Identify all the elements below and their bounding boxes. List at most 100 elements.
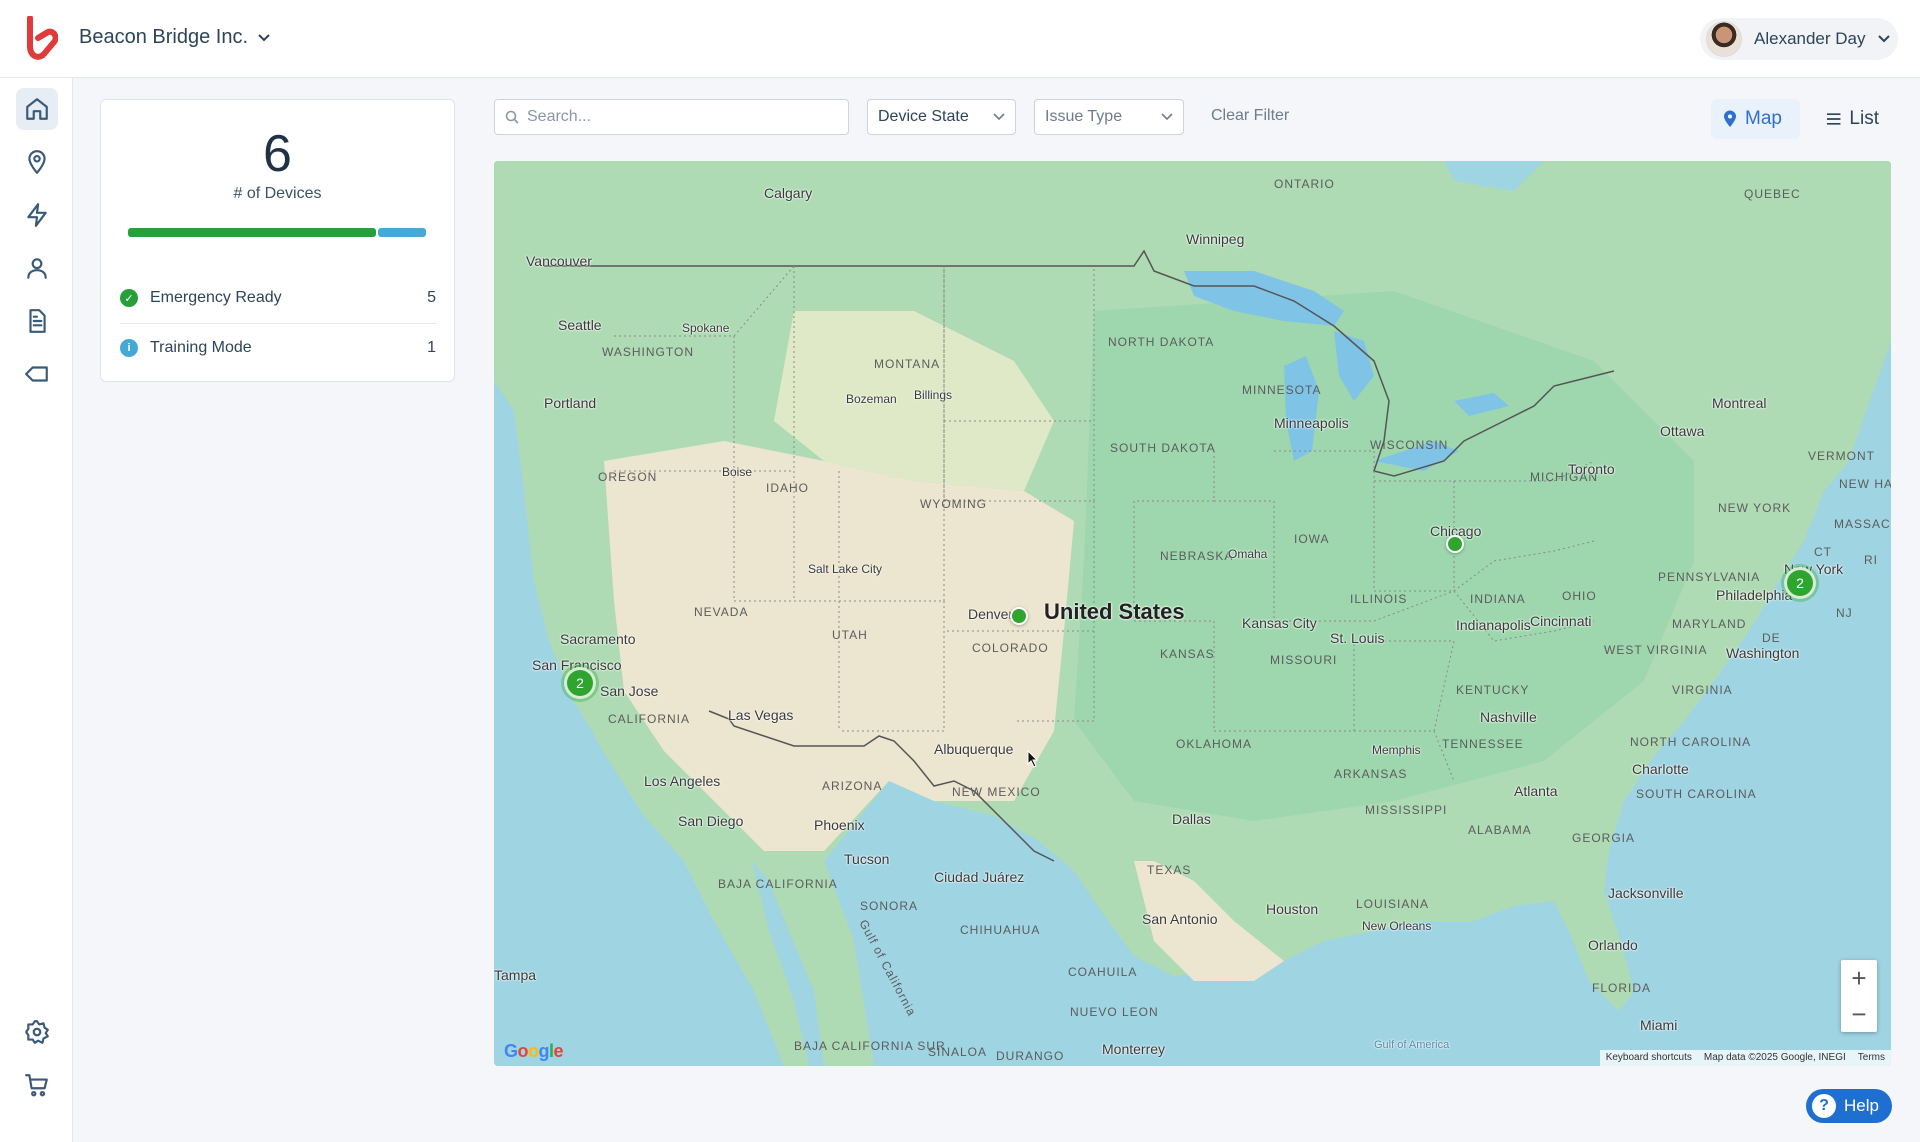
map-data-text: Map data ©2025 Google, INEGI xyxy=(1703,1052,1846,1063)
region-label: MISSOURI xyxy=(1270,653,1338,667)
search-field[interactable] xyxy=(494,99,849,135)
zoom-controls: + − xyxy=(1841,960,1877,1032)
sidebar-item-users[interactable] xyxy=(16,247,58,289)
sidebar-item-home[interactable] xyxy=(16,88,58,130)
region-label: NUEVO LEON xyxy=(1070,1005,1159,1019)
state-row-training-mode[interactable]: i Training Mode 1 xyxy=(120,323,436,373)
device-marker-denver[interactable] xyxy=(1010,607,1028,625)
region-label: NEW HAMPSHIRE xyxy=(1839,477,1891,491)
city-label: Charlotte xyxy=(1632,761,1689,777)
user-menu[interactable]: Alexander Day xyxy=(1700,18,1898,60)
top-bar: Beacon Bridge Inc. Alexander Day xyxy=(0,0,1920,78)
state-row-emergency-ready[interactable]: ✓ Emergency Ready 5 xyxy=(120,273,436,323)
device-map[interactable]: ONTARIO QUEBEC WASHINGTON MONTANA NORTH … xyxy=(494,161,1891,1066)
org-switcher[interactable]: Beacon Bridge Inc. xyxy=(79,26,270,49)
help-button[interactable]: ? Help xyxy=(1806,1089,1892,1123)
help-label: Help xyxy=(1844,1096,1879,1115)
device-state-select[interactable]: Device State xyxy=(867,99,1016,135)
region-label: NEW YORK xyxy=(1718,501,1792,515)
city-label: Philadelphia xyxy=(1716,587,1793,603)
tag-icon xyxy=(25,366,48,382)
region-label: IOWA xyxy=(1294,532,1330,546)
city-label: Los Angeles xyxy=(644,773,721,789)
water-label: Gulf of America xyxy=(1374,1039,1450,1051)
sidebar-item-events[interactable] xyxy=(16,194,58,236)
city-label: Toronto xyxy=(1568,461,1615,477)
google-logo[interactable]: Google xyxy=(504,1041,564,1062)
document-icon xyxy=(29,309,46,333)
city-label: Atlanta xyxy=(1514,783,1558,799)
device-count: 6 xyxy=(263,125,292,183)
state-label: Training Mode xyxy=(150,339,252,356)
lightning-icon xyxy=(27,203,47,227)
region-label: MISSISSIPPI xyxy=(1365,803,1448,817)
region-label: ALABAMA xyxy=(1468,823,1532,837)
region-label: FLORIDA xyxy=(1592,981,1652,995)
keyboard-shortcuts-link[interactable]: Keyboard shortcuts xyxy=(1600,1050,1698,1066)
region-label: NEVADA xyxy=(694,605,749,619)
region-label: WYOMING xyxy=(920,497,987,511)
region-label: KANSAS xyxy=(1160,647,1215,661)
map-view-button[interactable]: Map xyxy=(1711,99,1800,139)
terms-link[interactable]: Terms xyxy=(1852,1050,1891,1066)
region-label: COAHUILA xyxy=(1068,965,1138,979)
city-label: Cincinnati xyxy=(1530,613,1592,629)
sidebar-item-shop[interactable] xyxy=(16,1064,58,1106)
sidebar-item-tags[interactable] xyxy=(16,353,58,395)
city-label: Montreal xyxy=(1712,395,1767,411)
region-label: BAJA CALIFORNIA SUR xyxy=(794,1039,946,1053)
city-label: Ciudad Juárez xyxy=(934,869,1025,885)
region-label: PENNSYLVANIA xyxy=(1658,570,1761,584)
city-label: Washington xyxy=(1726,645,1800,661)
issue-type-select[interactable]: Issue Type xyxy=(1034,99,1184,135)
region-label: QUEBEC xyxy=(1744,187,1801,201)
search-input[interactable] xyxy=(527,108,827,126)
city-label: Phoenix xyxy=(814,817,865,833)
info-icon: i xyxy=(120,339,138,357)
brand-logo-icon[interactable] xyxy=(22,16,58,62)
device-cluster-new-york[interactable]: 2 xyxy=(1784,567,1816,599)
region-label: MARYLAND xyxy=(1672,617,1747,631)
region-label: IDAHO xyxy=(766,481,810,495)
region-label: DE xyxy=(1762,631,1781,645)
city-label: Boise xyxy=(722,465,753,479)
city-label: Monterrey xyxy=(1102,1041,1166,1057)
cart-icon xyxy=(25,1074,48,1097)
region-label: WEST VIRGINIA xyxy=(1604,643,1708,657)
city-label: Billings xyxy=(914,388,953,402)
user-name: Alexander Day xyxy=(1754,29,1866,48)
sidebar-item-settings[interactable] xyxy=(16,1011,58,1053)
device-marker-chicago[interactable] xyxy=(1446,535,1464,553)
region-label: MONTANA xyxy=(874,357,941,371)
gear-icon xyxy=(25,1020,49,1044)
device-state-value: Device State xyxy=(878,108,969,125)
device-state-progress-bar xyxy=(128,228,428,237)
sidebar-item-reports[interactable] xyxy=(16,300,58,342)
sidebar xyxy=(0,78,73,1142)
region-label: ILLINOIS xyxy=(1350,592,1408,606)
city-label: Kansas City xyxy=(1242,615,1317,631)
region-label: NJ xyxy=(1836,606,1853,620)
city-label: Sacramento xyxy=(560,631,636,647)
list-view-button[interactable]: List xyxy=(1814,99,1891,139)
device-count-label: # of Devices xyxy=(233,185,322,202)
org-name: Beacon Bridge Inc. xyxy=(79,26,248,48)
region-label: TENNESSEE xyxy=(1442,737,1524,751)
state-label: Emergency Ready xyxy=(150,289,282,306)
region-label: CALIFORNIA xyxy=(608,712,691,726)
device-cluster-san-francisco[interactable]: 2 xyxy=(564,667,596,699)
region-label: VERMONT xyxy=(1808,449,1875,463)
zoom-out-button[interactable]: − xyxy=(1841,996,1877,1032)
clear-filter-button[interactable]: Clear Filter xyxy=(1211,107,1289,125)
city-label: Omaha xyxy=(1228,547,1268,561)
region-label: DURANGO xyxy=(996,1049,1065,1063)
region-label: CHIHUAHUA xyxy=(960,923,1041,937)
home-icon xyxy=(26,98,48,120)
sidebar-item-locations[interactable] xyxy=(16,141,58,183)
search-icon xyxy=(505,110,519,124)
city-label: Calgary xyxy=(764,185,813,201)
zoom-in-button[interactable]: + xyxy=(1841,960,1877,996)
state-count: 1 xyxy=(427,339,436,356)
list-view-label: List xyxy=(1849,108,1879,129)
state-count: 5 xyxy=(427,289,436,306)
